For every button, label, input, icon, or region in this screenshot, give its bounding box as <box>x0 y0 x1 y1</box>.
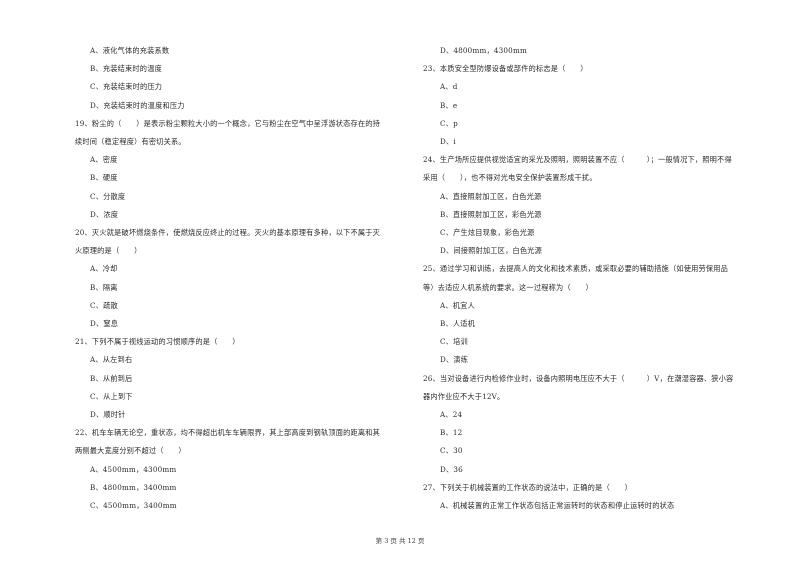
answer-option: B、4800mm，3400mm <box>90 482 177 492</box>
answer-option: C、p <box>440 118 458 128</box>
answer-option: C、疏散 <box>90 300 118 310</box>
answer-option: C、产生炫目现象，彩色光源 <box>440 228 535 237</box>
question-text-continued: 火原理的是（ ） <box>75 246 142 256</box>
answer-option: D、充装结束时的温度和压力 <box>90 100 185 110</box>
answer-option: C、从上到下 <box>90 391 133 401</box>
answer-option: A、冷却 <box>90 264 118 274</box>
question-text-continued: 采用（ ），也不得对光电安全保护装置形成干扰。 <box>423 173 597 183</box>
answer-option: B、12 <box>440 428 463 438</box>
question-text-continued: 续时间（稳定程度）有密切关系。 <box>75 137 186 146</box>
answer-option: A、机宜人 <box>440 300 475 310</box>
answer-option: D、i <box>440 137 456 146</box>
question-text: 27、下列关于机械装置的工作状态的说法中，正确的是（ ） <box>423 482 633 492</box>
question-text: 22、机车车辆无论空，重状态，均不得超出机车车辆限界，其上部高度到钢轨顶面的距离… <box>75 428 381 438</box>
answer-option: C、4500mm，3400mm <box>90 501 177 510</box>
answer-option: C、充装结束时的压力 <box>90 82 163 92</box>
answer-option: B、人适机 <box>440 319 476 328</box>
question-text: 21、下列不属于视线运动的习惯顺序的是（ ） <box>75 337 240 347</box>
question-text: 19、粉尘的（ ）是表示粉尘颗粒大小的一个概念，它与粉尘在空气中呈浮游状态存在的… <box>75 118 381 128</box>
answer-option: A、密度 <box>90 155 118 165</box>
answer-option: D、36 <box>440 464 463 474</box>
answer-option: A、d <box>440 82 458 92</box>
answer-option: B、硬度 <box>90 173 118 183</box>
answer-option: B、直接照射加工区，彩色光源 <box>440 209 542 219</box>
answer-option: C、培训 <box>440 337 468 347</box>
answer-option: A、直接照射加工区，白色光源 <box>440 191 542 201</box>
answer-option: C、分散度 <box>90 191 126 201</box>
question-text-continued: 两侧最大宽度分别不超过（ ） <box>75 446 186 456</box>
question-text: 26、当对设备进行内检修作业时，设备内照明电压应不大于（ ）V，在潮湿容器、狭小… <box>423 373 734 383</box>
answer-option: B、充装结束时的温度 <box>90 64 162 74</box>
document-page: A、液化气体的充装系数 B、充装结束时的温度 C、充装结束时的压力 D、充装结束时的温… <box>0 0 800 565</box>
answer-option: A、液化气体的充装系数 <box>90 46 170 55</box>
answer-option: B、隔离 <box>90 282 118 292</box>
answer-option: D、浓度 <box>90 209 119 219</box>
answer-option: A、机械装置的正常工作状态包括正常运转时的状态和停止运转时的状态 <box>440 501 675 510</box>
question-text-continued: 器内作业应不大于12V。 <box>423 391 505 401</box>
question-text: 24、生产场所应提供视觉适宜的采光及照明，照明装置不应（ ）；一般情况下，照明不… <box>423 155 732 165</box>
answer-option: D、间接照射加工区，白色光源 <box>440 246 543 256</box>
answer-option: C、30 <box>440 446 463 456</box>
question-text-continued: 等）去适应人机系统的要求。这一过程称为（ ） <box>423 282 593 292</box>
answer-option: D、顺时针 <box>90 410 126 419</box>
answer-option: A、4500mm，4300mm <box>90 464 177 474</box>
answer-option: D、演练 <box>440 355 469 365</box>
answer-option: A、24 <box>440 410 463 419</box>
answer-option: B、从前到后 <box>90 373 133 383</box>
answer-option: A、从左到右 <box>90 355 133 365</box>
question-text: 25、通过学习和训练，去提高人的文化和技术素质，或采取必要的辅助措施（如使用劳保… <box>423 264 729 274</box>
answer-option: B、e <box>440 100 458 110</box>
page-footer: 第 3 页 共 12 页 <box>375 537 425 545</box>
answer-option: D、4800mm，4300mm <box>440 46 527 55</box>
question-text: 23、本质安全型防爆设备或部件的标志是（ ） <box>423 64 588 74</box>
question-text: 20、灭火就是破坏燃烧条件，使燃烧反应终止的过程。灭火的基本原理有多种，以下不属… <box>75 228 381 237</box>
answer-option: D、窒息 <box>90 319 119 328</box>
